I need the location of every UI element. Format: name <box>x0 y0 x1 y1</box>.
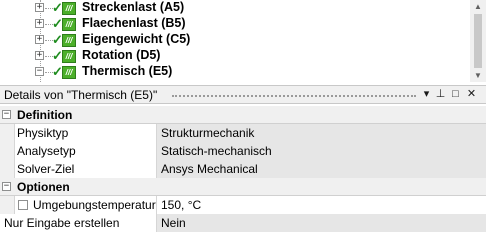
tree-scrollbar[interactable]: ▲ ▼ <box>470 0 486 82</box>
gripper[interactable] <box>172 95 416 97</box>
expand-icon[interactable]: + <box>35 35 44 44</box>
parameter-checkbox[interactable] <box>18 200 28 210</box>
dropdown-icon[interactable]: ▾ <box>420 88 433 101</box>
property-name: Nur Eingabe erstellen <box>0 214 156 232</box>
collapse-icon[interactable]: − <box>2 110 11 119</box>
property-value-input[interactable]: 150, °C <box>156 196 486 214</box>
tree-item-label: Eigengewicht (C5) <box>82 32 191 46</box>
tree-item-label: Rotation (D5) <box>82 48 161 62</box>
property-name: Umgebungstemperatur <box>14 196 156 214</box>
property-value: Ansys Mechanical <box>156 160 486 178</box>
row-gutter <box>0 142 14 160</box>
tree-item-label: Flaechenlast (B5) <box>82 16 186 30</box>
row-gutter <box>0 196 14 214</box>
expand-icon[interactable]: + <box>35 19 44 28</box>
property-row-nur-eingabe[interactable]: Nur Eingabe erstellen Nein <box>0 214 486 232</box>
tree-item-rotation[interactable]: + ✓ /// Rotation (D5) <box>0 48 470 64</box>
property-name: Solver-Ziel <box>14 160 156 178</box>
scroll-up-icon[interactable]: ▲ <box>474 2 482 11</box>
category-definition[interactable]: − Definition <box>0 106 486 124</box>
scroll-down-icon[interactable]: ▼ <box>474 71 482 80</box>
row-gutter <box>0 160 14 178</box>
property-value[interactable]: Nein <box>156 214 486 232</box>
pin-icon[interactable]: ⊥ <box>434 88 447 101</box>
row-gutter <box>0 124 14 142</box>
category-label: Optionen <box>17 180 70 194</box>
load-icon: /// <box>62 34 76 47</box>
load-icon: /// <box>62 50 76 63</box>
tree-item-thermisch[interactable]: − ✓ /// Thermisch (E5) <box>0 64 470 80</box>
outline-tree: + ✓ /// Streckenlast (A5) + ✓ /// Flaech… <box>0 0 486 82</box>
load-icon: /// <box>62 66 76 79</box>
expand-icon[interactable]: + <box>35 51 44 60</box>
tree-item-streckenlast[interactable]: + ✓ /// Streckenlast (A5) <box>0 0 470 16</box>
tree-item-label: Thermisch (E5) <box>82 64 173 78</box>
tree-item-eigengewicht[interactable]: + ✓ /// Eigengewicht (C5) <box>0 32 470 48</box>
scroll-thumb[interactable] <box>474 14 482 68</box>
property-value: Statisch-mechanisch <box>156 142 486 160</box>
tree-item-flaechenlast[interactable]: + ✓ /// Flaechenlast (B5) <box>0 16 470 32</box>
load-icon: /// <box>62 2 76 15</box>
property-value: Strukturmechanik <box>156 124 486 142</box>
maximize-icon[interactable]: □ <box>449 88 462 101</box>
details-panel-header: Details von "Thermisch (E5)" ▾ ⊥ □ ✕ <box>0 85 486 104</box>
property-name: Physiktyp <box>14 124 156 142</box>
category-optionen[interactable]: − Optionen <box>0 178 486 196</box>
close-icon[interactable]: ✕ <box>465 88 478 101</box>
tree-item-label: Streckenlast (A5) <box>82 0 185 14</box>
expand-icon[interactable]: + <box>35 3 44 12</box>
details-panel-title: Details von "Thermisch (E5)" <box>4 88 158 102</box>
details-property-grid: − Definition Physiktyp Strukturmechanik … <box>0 106 486 236</box>
load-icon: /// <box>62 18 76 31</box>
collapse-icon[interactable]: − <box>2 182 11 191</box>
property-row-umgebungstemperatur[interactable]: Umgebungstemperatur 150, °C <box>0 196 486 214</box>
category-label: Definition <box>17 108 73 122</box>
collapse-icon[interactable]: − <box>35 67 44 76</box>
property-row-analysetyp[interactable]: Analysetyp Statisch-mechanisch <box>0 142 486 160</box>
property-row-physiktyp[interactable]: Physiktyp Strukturmechanik <box>0 124 486 142</box>
property-name: Analysetyp <box>14 142 156 160</box>
property-row-solver-ziel[interactable]: Solver-Ziel Ansys Mechanical <box>0 160 486 178</box>
